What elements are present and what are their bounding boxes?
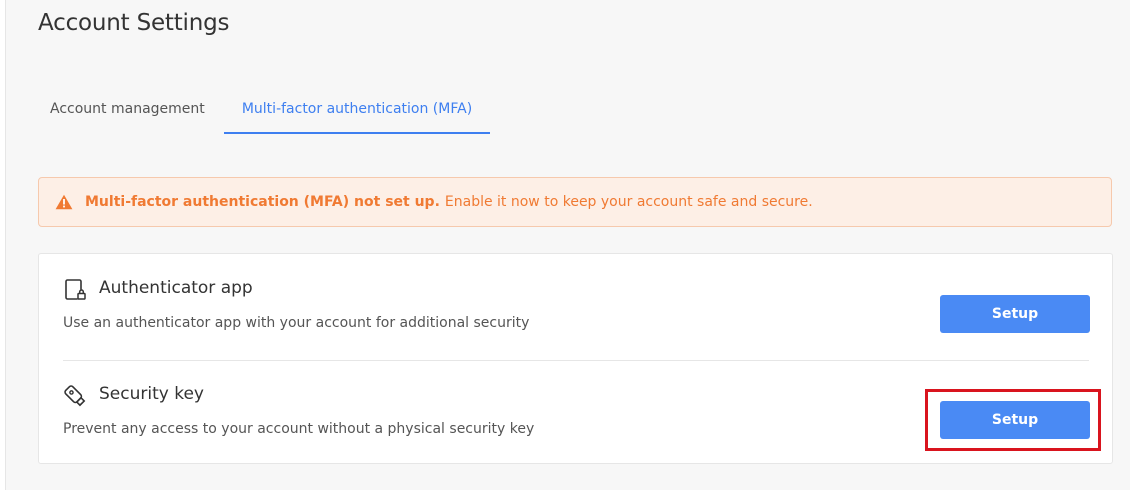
- authenticator-setup-button[interactable]: Setup: [940, 295, 1090, 333]
- alert-text: Enable it now to keep your account safe …: [444, 194, 813, 210]
- mfa-warning-alert: Multi-factor authentication (MFA) not se…: [38, 177, 1112, 227]
- security-key-description: Prevent any access to your account witho…: [63, 421, 535, 437]
- page-title: Account Settings: [38, 10, 230, 36]
- highlight-annotation-box: [925, 389, 1101, 451]
- authenticator-app-title: Authenticator app: [99, 278, 253, 298]
- security-key-title: Security key: [99, 384, 204, 404]
- settings-tabs: Account management Multi-factor authenti…: [38, 88, 638, 134]
- tab-account-management[interactable]: Account management: [42, 88, 214, 132]
- authenticator-app-description: Use an authenticator app with your accou…: [63, 315, 530, 331]
- warning-triangle-icon: [55, 194, 73, 210]
- authenticator-app-row: Authenticator app Use an authenticator a…: [63, 254, 1090, 361]
- alert-bold-text: Multi-factor authentication (MFA) not se…: [85, 194, 440, 210]
- tab-mfa[interactable]: Multi-factor authentication (MFA): [224, 88, 490, 134]
- security-key-icon: [64, 385, 86, 407]
- authenticator-device-icon: [65, 279, 86, 300]
